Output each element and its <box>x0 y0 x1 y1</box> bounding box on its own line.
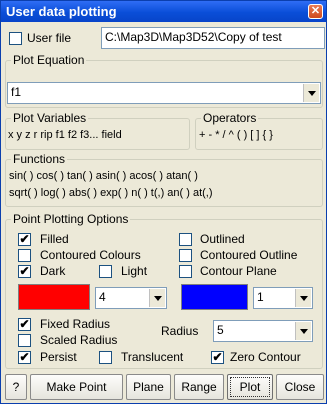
fixed-radius-checkbox[interactable]: ✔ <box>18 318 31 331</box>
translucent-label: Translucent <box>121 350 184 364</box>
functions-line-2: sqrt( ) log( ) abs( ) exp( ) n( ) t(,) a… <box>9 187 213 199</box>
light-checkbox[interactable] <box>99 265 112 278</box>
chevron-down-icon[interactable] <box>149 289 165 307</box>
fixed-radius-label: Fixed Radius <box>40 317 111 331</box>
close-button[interactable]: Close <box>276 374 324 400</box>
operators-legend: Operators <box>201 111 259 125</box>
point-plotting-options-legend: Point Plotting Options <box>11 212 131 226</box>
contour-plane-label: Contour Plane <box>200 264 277 278</box>
filled-checkbox[interactable]: ✔ <box>18 233 31 246</box>
functions-line-1: sin( ) cos( ) tan( ) asin( ) acos( ) ata… <box>9 170 198 182</box>
outline-size-select[interactable]: 1 <box>253 287 313 309</box>
scaled-radius-checkbox[interactable] <box>18 334 31 347</box>
plot-button[interactable]: Plot <box>227 374 273 400</box>
title-bar: User data plotting ✕ <box>1 1 326 22</box>
contoured-outline-label: Contoured Outline <box>200 248 298 262</box>
scaled-radius-label: Scaled Radius <box>40 333 118 347</box>
make-point-button[interactable]: Make Point <box>30 374 123 400</box>
zero-contour-checkbox[interactable]: ✔ <box>211 351 224 364</box>
radius-label: Radius <box>161 324 199 338</box>
contour-plane-checkbox[interactable] <box>179 265 192 278</box>
fill-color-swatch[interactable] <box>18 284 90 310</box>
user-file-checkbox[interactable] <box>9 32 22 45</box>
plot-equation-value: f1 <box>11 85 22 99</box>
fill-size-value: 4 <box>99 290 106 304</box>
help-button[interactable]: ? <box>5 374 27 400</box>
close-icon[interactable]: ✕ <box>308 4 323 19</box>
outlined-label: Outlined <box>200 232 245 246</box>
user-file-label: User file <box>27 31 72 45</box>
translucent-checkbox[interactable] <box>99 351 112 364</box>
persist-checkbox[interactable]: ✔ <box>18 351 31 364</box>
chevron-down-icon[interactable] <box>295 289 311 307</box>
range-button[interactable]: Range <box>174 374 224 400</box>
zero-contour-label: Zero Contour <box>230 350 301 364</box>
plane-button[interactable]: Plane <box>126 374 171 400</box>
outline-size-value: 1 <box>257 290 264 304</box>
chevron-down-icon[interactable] <box>295 322 311 340</box>
plot-equation-select[interactable]: f1 <box>7 82 321 104</box>
user-file-path-input[interactable]: C:\Map3D\Map3D52\Copy of test <box>101 27 325 49</box>
plot-equation-legend: Plot Equation <box>11 53 87 67</box>
contoured-colours-label: Contoured Colours <box>40 248 141 262</box>
window-title: User data plotting <box>6 4 117 19</box>
persist-label: Persist <box>40 350 77 364</box>
chevron-down-icon[interactable] <box>303 84 319 102</box>
light-label: Light <box>121 264 148 278</box>
functions-legend: Functions <box>11 152 68 166</box>
operators-text: + - * / ^ ( ) [ ] { } <box>199 129 273 141</box>
outline-color-swatch[interactable] <box>181 284 248 310</box>
fill-size-select[interactable]: 4 <box>95 287 167 309</box>
filled-label: Filled <box>40 232 69 246</box>
plot-variables-legend: Plot Variables <box>11 111 89 125</box>
contoured-outline-checkbox[interactable] <box>179 249 192 262</box>
dark-checkbox[interactable]: ✔ <box>18 265 31 278</box>
radius-select[interactable]: 5 <box>213 320 313 342</box>
dark-label: Dark <box>40 264 66 278</box>
user-data-plotting-dialog: User data plotting ✕ User file C:\Map3D\… <box>0 0 327 404</box>
functions-group <box>5 159 323 207</box>
contoured-colours-checkbox[interactable] <box>18 249 31 262</box>
radius-value: 5 <box>217 323 224 337</box>
plot-variables-text: x y z r rip f1 f2 f3... field <box>8 129 122 141</box>
outlined-checkbox[interactable] <box>179 233 192 246</box>
